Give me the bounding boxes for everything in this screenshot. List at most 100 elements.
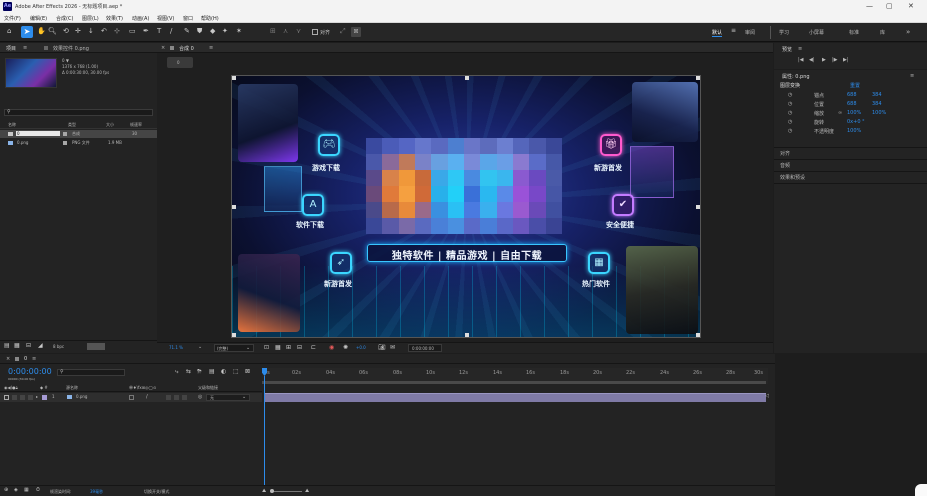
first-frame-button[interactable]: |◀	[798, 57, 804, 63]
menu-animation[interactable]: 动画(A)	[132, 15, 149, 22]
prop-scale-x[interactable]: 100%	[847, 110, 861, 116]
transform-handle[interactable]	[696, 205, 700, 209]
tab-timeline[interactable]: 0	[24, 356, 27, 362]
tab-menu-icon[interactable]: ≡	[798, 46, 802, 52]
project-item-row[interactable]: 0 合成 30	[0, 130, 157, 138]
workspace-more-button[interactable]: »	[906, 28, 910, 36]
prop-scale-y[interactable]: 100%	[872, 110, 886, 116]
zoom-slider[interactable]	[272, 491, 302, 492]
region-interest-icon[interactable]: ⊟	[297, 345, 302, 351]
reset-button[interactable]: 重置	[850, 82, 860, 89]
workspace-menu-icon[interactable]: ≡	[731, 28, 736, 34]
color-management-icon[interactable]: ✺	[343, 345, 348, 351]
bit-depth-button[interactable]: 8 bpc	[53, 344, 64, 349]
rectangle-tool-icon[interactable]: ▭	[129, 28, 136, 35]
roto-brush-icon[interactable]: ✦	[222, 28, 228, 35]
layer-duration-bar[interactable]	[265, 393, 766, 402]
layer-switches-icon[interactable]: ⊕	[4, 488, 8, 493]
last-frame-button[interactable]: ▶|	[843, 57, 849, 63]
zoom-slider-handle[interactable]	[270, 489, 274, 493]
color-channels-icon[interactable]: ◉	[329, 345, 334, 351]
snapshot-icon[interactable]: 📷︎	[378, 345, 386, 351]
layer-name[interactable]: 0.png	[76, 394, 87, 399]
text-tool-icon[interactable]: T	[157, 28, 161, 35]
section-effects-presets[interactable]: 效果和预设	[780, 174, 805, 181]
menu-edit[interactable]: 编辑(E)	[30, 15, 47, 22]
render-toggle-icon[interactable]: ⊠	[245, 369, 250, 375]
col-parent[interactable]: 父级和链接	[198, 385, 218, 391]
maximize-button[interactable]: ▢	[886, 2, 893, 10]
clone-stamp-icon[interactable]: ⛊	[197, 28, 202, 35]
tab-composition[interactable]: 合成 0	[179, 45, 194, 52]
stopwatch-icon[interactable]: ◷	[788, 128, 792, 134]
transform-handle[interactable]	[696, 333, 700, 337]
switch-icon[interactable]	[182, 395, 187, 400]
workspace-standard[interactable]: 标准	[849, 29, 859, 36]
tab-menu-icon[interactable]: ≡	[32, 356, 36, 362]
interpret-footage-icon[interactable]: ▤	[4, 343, 10, 349]
tab-menu-icon[interactable]: ≡	[209, 45, 213, 51]
render-time-icon[interactable]: ⏱︎	[36, 488, 40, 493]
col-type[interactable]: 类型	[68, 122, 76, 128]
timeline-timecode[interactable]: 0:00:00:00	[8, 367, 52, 376]
fast-previews-icon[interactable]: ⊡	[264, 345, 269, 351]
quality-switch-icon[interactable]: /	[146, 394, 148, 400]
tab-menu-icon[interactable]: ≡	[910, 73, 914, 79]
composition-breadcrumb[interactable]: 0	[167, 57, 193, 68]
snap-checkbox[interactable]	[312, 29, 318, 35]
mask-path-icon[interactable]: ⊞	[286, 345, 291, 351]
menu-layer[interactable]: 图层(L)	[82, 15, 99, 22]
zoom-dropdown-icon[interactable]: ⌄	[198, 344, 202, 350]
zoom-out-icon[interactable]: ⛰︎	[262, 488, 266, 494]
brush-tool-icon[interactable]: /	[170, 28, 172, 35]
tab-properties[interactable]: 属性: 0.png	[782, 73, 810, 80]
trash-icon[interactable]	[87, 343, 105, 350]
prop-anchor-y[interactable]: 384	[872, 92, 882, 98]
section-align[interactable]: 对齐	[780, 150, 790, 157]
transform-handle[interactable]	[696, 76, 700, 80]
snap-grid-icon[interactable]: ⊠	[351, 27, 361, 37]
composition-viewer[interactable]: 独特软件 | 精品游戏 | 自由下载 🎮︎ 游戏下载 🎁︎ 新游首发 A 软件下…	[231, 75, 701, 338]
workspace-libraries[interactable]: 库	[880, 29, 885, 36]
transform-handle[interactable]	[232, 76, 236, 80]
hand-tool-icon[interactable]: ✋	[37, 28, 46, 35]
expand-arrow-icon[interactable]: ▸	[36, 394, 38, 399]
parent-dropdown[interactable]: 无 ⌄	[206, 394, 250, 401]
graph-editor-icon[interactable]: ⬚	[233, 369, 239, 375]
prop-position-y[interactable]: 384	[872, 101, 882, 107]
layer-row[interactable]: ▸ 1 0.png / ◎ 无 ⌄	[0, 393, 262, 402]
transform-handle[interactable]	[232, 205, 236, 209]
menu-composition[interactable]: 合成(C)	[56, 15, 73, 22]
workspace-small-screen[interactable]: 小屏幕	[809, 29, 824, 36]
tab-menu-icon[interactable]: ≡	[23, 45, 27, 51]
transform-handle[interactable]	[465, 333, 469, 337]
viewer-timecode[interactable]: 0:00:00:00	[408, 344, 442, 352]
comp-mini-flowchart-icon[interactable]: ⤷	[175, 369, 178, 375]
stopwatch-icon[interactable]: ◷	[788, 101, 792, 107]
menu-view[interactable]: 视图(V)	[157, 15, 174, 22]
switch-icon[interactable]	[174, 395, 179, 400]
parent-pickwhip-icon[interactable]: ◎	[198, 394, 202, 400]
pan-camera-icon[interactable]: ✛	[75, 28, 81, 35]
next-frame-button[interactable]: |▶	[832, 57, 838, 63]
section-audio[interactable]: 音频	[780, 162, 790, 169]
draft-3d-icon[interactable]: ⇆	[186, 369, 191, 375]
transform-handle[interactable]	[465, 76, 469, 80]
timeline-search-input[interactable]: ⚲	[57, 369, 125, 376]
menu-effect[interactable]: 效果(T)	[106, 15, 123, 22]
minimize-button[interactable]: —	[866, 2, 873, 10]
brush-paint-icon[interactable]: ✎	[184, 28, 190, 35]
stopwatch-icon[interactable]: ◷	[788, 92, 792, 98]
col-size[interactable]: 大小	[106, 122, 114, 128]
new-folder-icon[interactable]: ▦	[14, 343, 20, 349]
switch-icon[interactable]	[166, 395, 171, 400]
prev-frame-button[interactable]: ◀|	[809, 57, 815, 63]
play-button[interactable]: ▶	[822, 57, 826, 63]
stopwatch-icon[interactable]: ◷	[788, 119, 792, 125]
col-source-name[interactable]: 源名称	[66, 385, 78, 391]
pen-tool-icon[interactable]: ✒	[143, 28, 149, 35]
project-settings-icon[interactable]: ◢	[38, 343, 43, 349]
dolly-camera-icon[interactable]: ↓	[88, 28, 94, 35]
transform-handle[interactable]	[232, 333, 236, 337]
hide-shy-icon[interactable]: ⛈︎	[197, 369, 202, 375]
